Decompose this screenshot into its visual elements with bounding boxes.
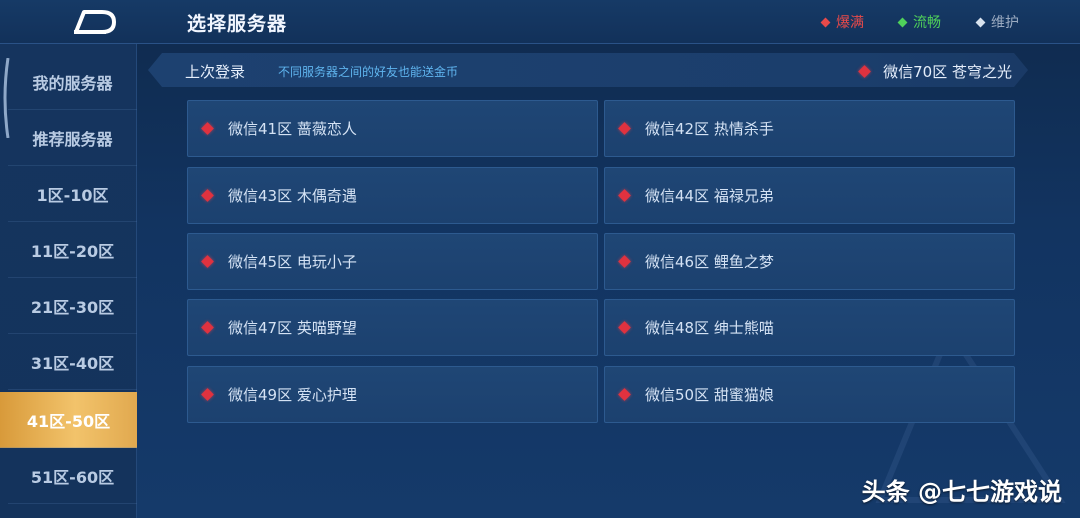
server-card[interactable]: 微信45区 电玩小子	[187, 233, 598, 290]
sidebar-item-label: 我的服务器	[32, 73, 113, 93]
hot-status-icon	[201, 122, 214, 135]
hot-diamond-icon	[820, 17, 831, 27]
sidebar-item-11-20[interactable]: 11区-20区	[8, 222, 137, 278]
server-group-sidebar: 我的服务器 推荐服务器 1区-10区 11区-20区 21区-30区 31区-4…	[0, 44, 137, 518]
sidebar-item-label: 31区-40区	[30, 353, 115, 373]
sidebar-item-my-servers[interactable]: 我的服务器	[8, 54, 137, 110]
hot-status-icon	[618, 255, 631, 268]
server-name: 微信43区 木偶奇遇	[228, 187, 357, 205]
page-title: 选择服务器	[187, 13, 288, 35]
sidebar-item-41-50[interactable]: 41区-50区	[0, 392, 137, 448]
sidebar-item-21-30[interactable]: 21区-30区	[8, 278, 137, 334]
server-card[interactable]: 微信48区 绅士熊喵	[604, 299, 1015, 356]
server-name: 微信50区 甜蜜猫娘	[645, 386, 774, 404]
back-arrow-icon[interactable]	[72, 8, 118, 36]
server-name: 微信41区 蔷薇恋人	[228, 120, 357, 138]
hot-status-icon	[201, 255, 214, 268]
server-name: 微信47区 英喵野望	[228, 319, 357, 337]
hot-status-icon	[618, 122, 631, 135]
server-name: 微信49区 爱心护理	[228, 386, 357, 404]
header-bar: 选择服务器 爆满 流畅 维护	[0, 0, 1080, 44]
last-login-label: 上次登录	[185, 63, 246, 81]
server-card[interactable]: 微信46区 鲤鱼之梦	[604, 233, 1015, 290]
hot-status-icon	[618, 189, 631, 202]
sidebar-item-recommended[interactable]: 推荐服务器	[8, 110, 137, 166]
server-card[interactable]: 微信42区 热情杀手	[604, 100, 1015, 157]
sidebar-item-label: 11区-20区	[30, 241, 115, 261]
server-card[interactable]: 微信44区 福禄兄弟	[604, 167, 1015, 224]
server-name: 微信42区 热情杀手	[645, 120, 774, 138]
smooth-diamond-icon	[897, 17, 908, 27]
sidebar-item-label: 51区-60区	[30, 467, 115, 487]
server-name: 微信44区 福禄兄弟	[645, 187, 774, 205]
legend-maintenance: 维护	[975, 12, 1019, 32]
last-login-bar[interactable]: 上次登录 不同服务器之间的好友也能送金币 微信70区 苍穹之光	[148, 53, 1028, 87]
hot-status-icon	[618, 388, 631, 401]
legend-smooth: 流畅	[897, 12, 941, 32]
server-card[interactable]: 微信50区 甜蜜猫娘	[604, 366, 1015, 423]
watermark-text: 头条 @七七游戏说	[861, 478, 1062, 506]
legend-maintenance-label: 维护	[991, 15, 1019, 31]
last-login-tip: 不同服务器之间的好友也能送金币	[278, 65, 459, 79]
server-name: 微信46区 鲤鱼之梦	[645, 253, 774, 271]
sidebar-item-label: 41区-50区	[26, 411, 111, 431]
legend-smooth-label: 流畅	[913, 15, 941, 31]
sidebar-item-51-60[interactable]: 51区-60区	[8, 448, 137, 504]
hot-status-icon	[618, 321, 631, 334]
server-card[interactable]: 微信41区 蔷薇恋人	[187, 100, 598, 157]
sidebar-item-label: 21区-30区	[30, 297, 115, 317]
last-login-server[interactable]: 微信70区 苍穹之光	[858, 61, 1012, 82]
sidebar-item-31-40[interactable]: 31区-40区	[8, 334, 137, 390]
hot-status-icon	[201, 321, 214, 334]
hot-status-icon	[201, 189, 214, 202]
server-card[interactable]: 微信47区 英喵野望	[187, 299, 598, 356]
hot-status-icon	[201, 388, 214, 401]
server-name: 微信48区 绅士熊喵	[645, 319, 774, 337]
sidebar-item-label: 推荐服务器	[32, 129, 113, 149]
hot-status-icon	[858, 65, 872, 78]
legend-hot-label: 爆满	[836, 15, 864, 31]
legend-hot: 爆满	[820, 12, 864, 32]
server-card[interactable]: 微信43区 木偶奇遇	[187, 167, 598, 224]
sidebar-item-label: 1区-10区	[36, 185, 109, 205]
server-name: 微信45区 电玩小子	[228, 253, 357, 271]
last-login-server-name: 微信70区 苍穹之光	[883, 63, 1012, 81]
maintenance-diamond-icon	[975, 17, 986, 27]
server-card[interactable]: 微信49区 爱心护理	[187, 366, 598, 423]
sidebar-item-1-10[interactable]: 1区-10区	[8, 166, 137, 222]
